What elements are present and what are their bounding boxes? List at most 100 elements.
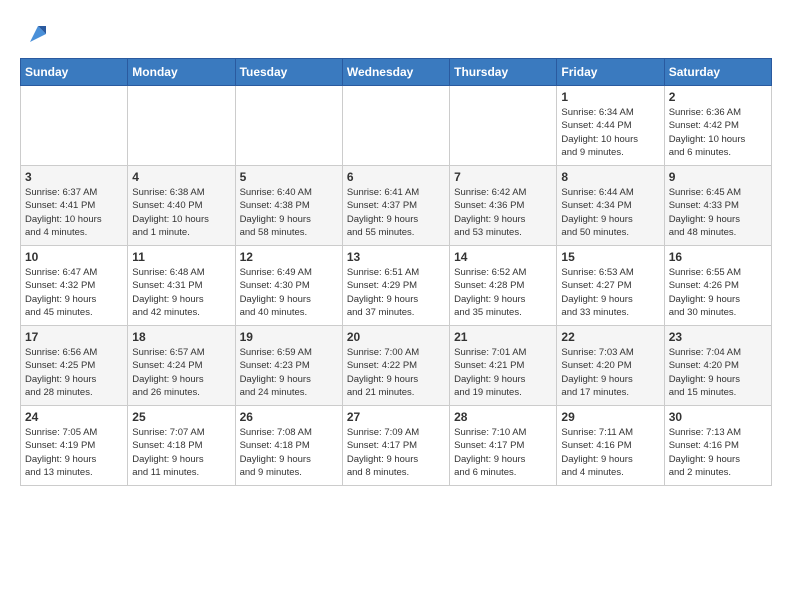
calendar-week-row: 17 Sunrise: 6:56 AM Sunset: 4:25 PM Dayli…: [21, 326, 772, 406]
calendar-week-row: 10 Sunrise: 6:47 AM Sunset: 4:32 PM Dayli…: [21, 246, 772, 326]
day-info: Sunrise: 6:34 AM Sunset: 4:44 PM Dayligh…: [561, 106, 659, 159]
day-info: Sunrise: 6:38 AM Sunset: 4:40 PM Dayligh…: [132, 186, 230, 239]
calendar-cell: 15Sunrise: 6:53 AM Sunset: 4:27 PM Dayli…: [557, 246, 664, 326]
day-number: 5: [240, 170, 338, 184]
logo: [20, 20, 52, 48]
day-number: 8: [561, 170, 659, 184]
day-number: 3: [25, 170, 123, 184]
calendar-cell: 17 Sunrise: 6:56 AM Sunset: 4:25 PM Dayli…: [21, 326, 128, 406]
calendar-table: SundayMondayTuesdayWednesdayThursdayFrid…: [20, 58, 772, 486]
day-info: Sunrise: 7:13 AM Sunset: 4:16 PM Dayligh…: [669, 426, 767, 479]
day-info: Sunrise: 7:04 AM Sunset: 4:20 PM Dayligh…: [669, 346, 767, 399]
weekday-header: Thursday: [450, 59, 557, 86]
day-number: 2: [669, 90, 767, 104]
day-info: Sunrise: 6:55 AM Sunset: 4:26 PM Dayligh…: [669, 266, 767, 319]
calendar-cell: 18 Sunrise: 6:57 AM Sunset: 4:24 PM Dayli…: [128, 326, 235, 406]
calendar-cell: 5 Sunrise: 6:40 AM Sunset: 4:38 PM Daylig…: [235, 166, 342, 246]
day-number: 11: [132, 250, 230, 264]
day-info: Sunrise: 6:56 AM Sunset: 4:25 PM Dayligh…: [25, 346, 123, 399]
calendar-cell: 19 Sunrise: 6:59 AM Sunset: 4:23 PM Dayli…: [235, 326, 342, 406]
page: SundayMondayTuesdayWednesdayThursdayFrid…: [0, 0, 792, 496]
day-number: 7: [454, 170, 552, 184]
day-info: Sunrise: 6:48 AM Sunset: 4:31 PM Dayligh…: [132, 266, 230, 319]
weekday-header: Tuesday: [235, 59, 342, 86]
day-info: Sunrise: 6:59 AM Sunset: 4:23 PM Dayligh…: [240, 346, 338, 399]
calendar-cell: 29 Sunrise: 7:11 AM Sunset: 4:16 PM Dayli…: [557, 406, 664, 486]
day-info: Sunrise: 6:49 AM Sunset: 4:30 PM Dayligh…: [240, 266, 338, 319]
day-number: 27: [347, 410, 445, 424]
weekday-header: Sunday: [21, 59, 128, 86]
calendar-cell: 9 Sunrise: 6:45 AM Sunset: 4:33 PM Daylig…: [664, 166, 771, 246]
day-number: 16: [669, 250, 767, 264]
calendar-cell: 13Sunrise: 6:51 AM Sunset: 4:29 PM Dayli…: [342, 246, 449, 326]
calendar-cell: 11 Sunrise: 6:48 AM Sunset: 4:31 PM Dayli…: [128, 246, 235, 326]
day-number: 24: [25, 410, 123, 424]
header: [20, 20, 772, 48]
calendar-header-row: SundayMondayTuesdayWednesdayThursdayFrid…: [21, 59, 772, 86]
day-info: Sunrise: 6:45 AM Sunset: 4:33 PM Dayligh…: [669, 186, 767, 239]
calendar-cell: 20 Sunrise: 7:00 AM Sunset: 4:22 PM Dayli…: [342, 326, 449, 406]
calendar-cell: 10 Sunrise: 6:47 AM Sunset: 4:32 PM Dayli…: [21, 246, 128, 326]
day-number: 13: [347, 250, 445, 264]
day-number: 6: [347, 170, 445, 184]
day-number: 18: [132, 330, 230, 344]
calendar-cell: [342, 86, 449, 166]
calendar-cell: [235, 86, 342, 166]
day-info: Sunrise: 7:09 AM Sunset: 4:17 PM Dayligh…: [347, 426, 445, 479]
day-info: Sunrise: 7:08 AM Sunset: 4:18 PM Dayligh…: [240, 426, 338, 479]
day-number: 9: [669, 170, 767, 184]
calendar-cell: [21, 86, 128, 166]
day-number: 23: [669, 330, 767, 344]
day-info: Sunrise: 7:05 AM Sunset: 4:19 PM Dayligh…: [25, 426, 123, 479]
calendar-week-row: 1 Sunrise: 6:34 AM Sunset: 4:44 PM Daylig…: [21, 86, 772, 166]
day-info: Sunrise: 7:00 AM Sunset: 4:22 PM Dayligh…: [347, 346, 445, 399]
day-info: Sunrise: 6:57 AM Sunset: 4:24 PM Dayligh…: [132, 346, 230, 399]
day-number: 19: [240, 330, 338, 344]
day-number: 29: [561, 410, 659, 424]
calendar-cell: [450, 86, 557, 166]
calendar-cell: 2 Sunrise: 6:36 AM Sunset: 4:42 PM Daylig…: [664, 86, 771, 166]
day-number: 10: [25, 250, 123, 264]
day-number: 15: [561, 250, 659, 264]
calendar-cell: 1 Sunrise: 6:34 AM Sunset: 4:44 PM Daylig…: [557, 86, 664, 166]
weekday-header: Friday: [557, 59, 664, 86]
day-info: Sunrise: 6:36 AM Sunset: 4:42 PM Dayligh…: [669, 106, 767, 159]
day-info: Sunrise: 7:11 AM Sunset: 4:16 PM Dayligh…: [561, 426, 659, 479]
day-number: 28: [454, 410, 552, 424]
day-number: 21: [454, 330, 552, 344]
day-info: Sunrise: 7:01 AM Sunset: 4:21 PM Dayligh…: [454, 346, 552, 399]
calendar-cell: 12Sunrise: 6:49 AM Sunset: 4:30 PM Dayli…: [235, 246, 342, 326]
day-info: Sunrise: 7:03 AM Sunset: 4:20 PM Dayligh…: [561, 346, 659, 399]
calendar-cell: 25 Sunrise: 7:07 AM Sunset: 4:18 PM Dayli…: [128, 406, 235, 486]
day-number: 1: [561, 90, 659, 104]
day-number: 26: [240, 410, 338, 424]
day-number: 14: [454, 250, 552, 264]
day-info: Sunrise: 6:52 AM Sunset: 4:28 PM Dayligh…: [454, 266, 552, 319]
calendar-cell: 3 Sunrise: 6:37 AM Sunset: 4:41 PM Daylig…: [21, 166, 128, 246]
weekday-header: Saturday: [664, 59, 771, 86]
logo-icon: [24, 20, 52, 48]
day-info: Sunrise: 7:07 AM Sunset: 4:18 PM Dayligh…: [132, 426, 230, 479]
day-info: Sunrise: 6:47 AM Sunset: 4:32 PM Dayligh…: [25, 266, 123, 319]
calendar-cell: 16 Sunrise: 6:55 AM Sunset: 4:26 PM Dayli…: [664, 246, 771, 326]
calendar-cell: [128, 86, 235, 166]
weekday-header: Wednesday: [342, 59, 449, 86]
calendar-week-row: 24 Sunrise: 7:05 AM Sunset: 4:19 PM Dayli…: [21, 406, 772, 486]
day-number: 30: [669, 410, 767, 424]
calendar-cell: 27 Sunrise: 7:09 AM Sunset: 4:17 PM Dayli…: [342, 406, 449, 486]
calendar-cell: 6Sunrise: 6:41 AM Sunset: 4:37 PM Daylig…: [342, 166, 449, 246]
day-info: Sunrise: 6:37 AM Sunset: 4:41 PM Dayligh…: [25, 186, 123, 239]
calendar-cell: 8 Sunrise: 6:44 AM Sunset: 4:34 PM Daylig…: [557, 166, 664, 246]
day-number: 25: [132, 410, 230, 424]
day-info: Sunrise: 6:42 AM Sunset: 4:36 PM Dayligh…: [454, 186, 552, 239]
calendar-cell: 24 Sunrise: 7:05 AM Sunset: 4:19 PM Dayli…: [21, 406, 128, 486]
calendar-cell: 30 Sunrise: 7:13 AM Sunset: 4:16 PM Dayli…: [664, 406, 771, 486]
day-info: Sunrise: 6:40 AM Sunset: 4:38 PM Dayligh…: [240, 186, 338, 239]
day-number: 20: [347, 330, 445, 344]
day-number: 4: [132, 170, 230, 184]
day-info: Sunrise: 7:10 AM Sunset: 4:17 PM Dayligh…: [454, 426, 552, 479]
day-info: Sunrise: 6:44 AM Sunset: 4:34 PM Dayligh…: [561, 186, 659, 239]
day-number: 17: [25, 330, 123, 344]
weekday-header: Monday: [128, 59, 235, 86]
calendar-cell: 22Sunrise: 7:03 AM Sunset: 4:20 PM Dayli…: [557, 326, 664, 406]
